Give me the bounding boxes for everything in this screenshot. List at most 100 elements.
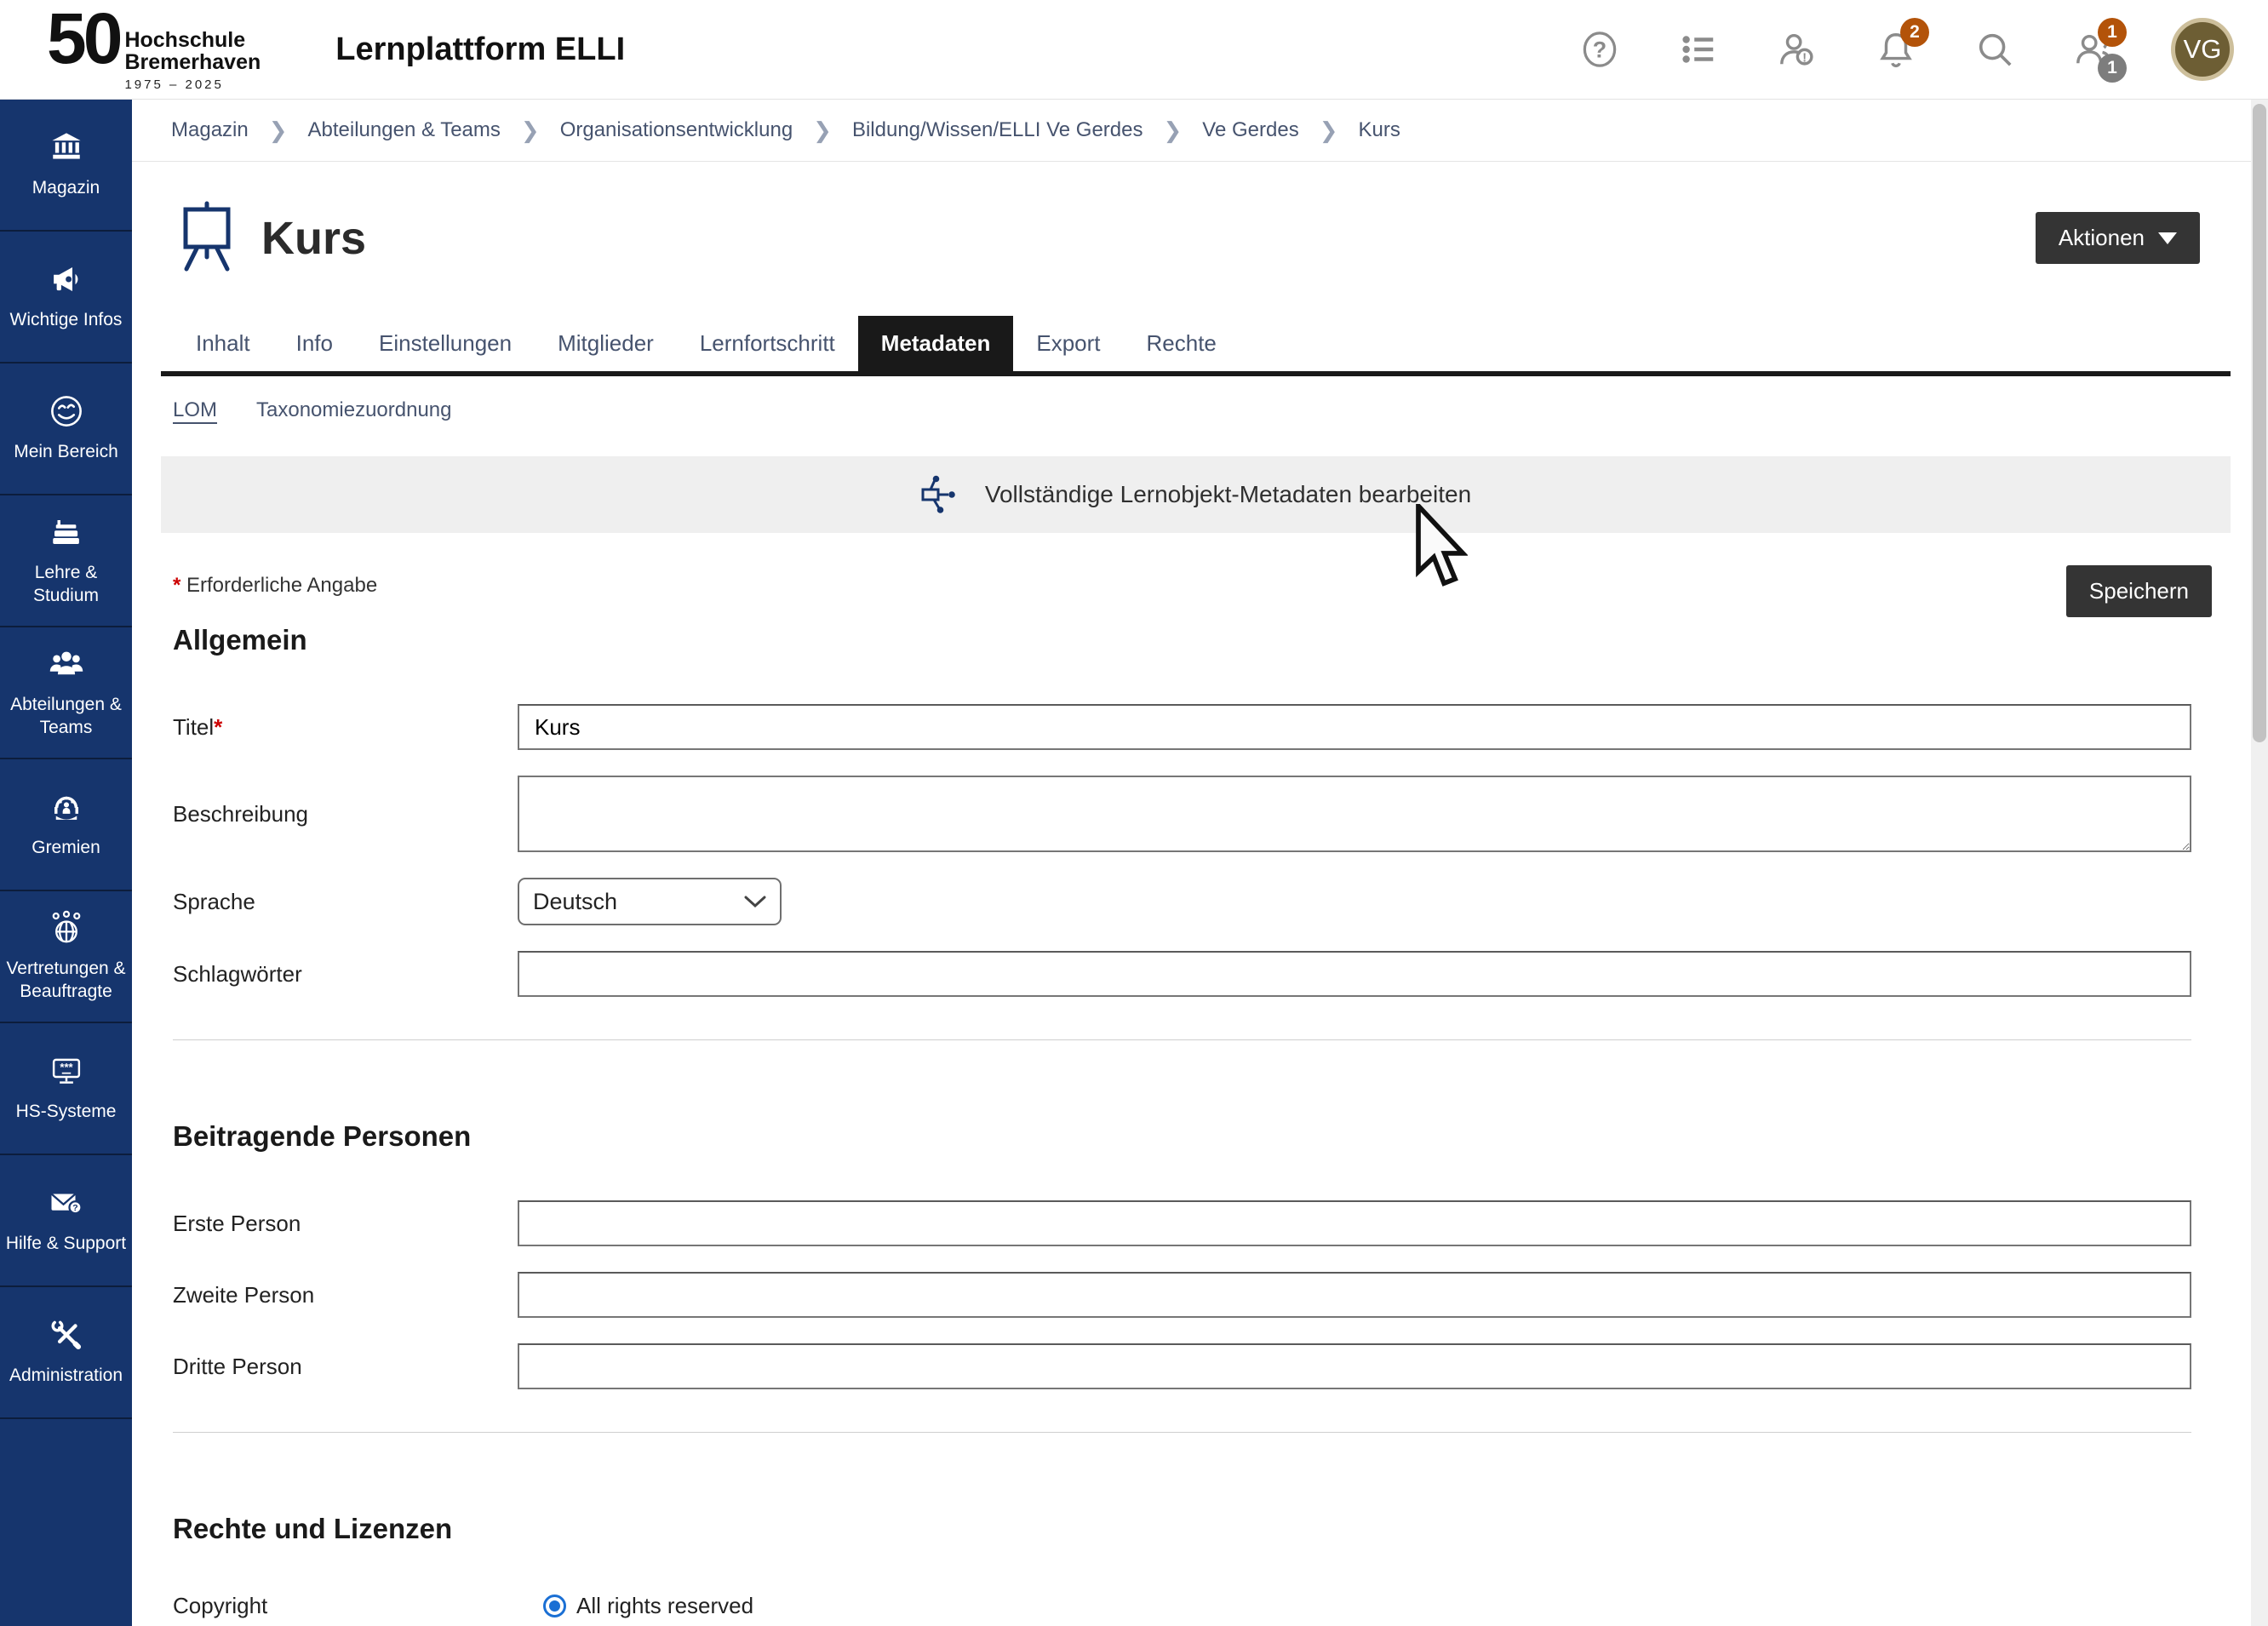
notifications-badge: 2 bbox=[1900, 18, 1929, 47]
actions-button[interactable]: Aktionen bbox=[2036, 212, 2200, 264]
sidebar-item-label: Wichtige Infos bbox=[10, 309, 123, 331]
form-row-zweite-person: Zweite Person bbox=[173, 1272, 2191, 1318]
assembly-icon bbox=[49, 789, 84, 829]
subtab-taxonomiezuordnung[interactable]: Taxonomiezuordnung bbox=[256, 398, 452, 422]
svg-text:?: ? bbox=[72, 1204, 77, 1214]
notifications-bell-icon[interactable]: 2 bbox=[1875, 28, 1917, 71]
dritte-person-input[interactable] bbox=[518, 1343, 2191, 1389]
list-icon[interactable] bbox=[1677, 28, 1720, 71]
subtab-lom[interactable]: LOM bbox=[173, 398, 217, 422]
contacts-icon[interactable]: 1 1 bbox=[2072, 28, 2115, 71]
monitor-icon: *** bbox=[49, 1053, 84, 1093]
tab-lernfortschritt[interactable]: Lernfortschritt bbox=[677, 316, 858, 371]
smiley-icon bbox=[49, 393, 84, 433]
sidebar-item-label: Administration bbox=[9, 1365, 123, 1387]
sidebar-item-label: Mein Bereich bbox=[14, 441, 118, 463]
field-label: Erste Person bbox=[173, 1211, 518, 1237]
tab-export[interactable]: Export bbox=[1013, 316, 1123, 371]
chevron-down-icon bbox=[744, 895, 766, 908]
tools-icon bbox=[49, 1317, 84, 1357]
field-label: Dritte Person bbox=[173, 1354, 518, 1380]
breadcrumb-item[interactable]: Ve Gerdes bbox=[1202, 118, 1298, 142]
tab-mitglieder[interactable]: Mitglieder bbox=[535, 316, 677, 371]
erste-person-input[interactable] bbox=[518, 1200, 2191, 1246]
scrollbar bbox=[2251, 100, 2268, 1626]
form-row-titel: Titel* bbox=[173, 704, 2191, 750]
sidebar-item-hilfe-support[interactable]: ? Hilfe & Support bbox=[0, 1155, 132, 1287]
breadcrumb-item[interactable]: Organisationsentwicklung bbox=[560, 118, 793, 142]
sidebar-item-label: Abteilungen & Teams bbox=[3, 694, 129, 739]
course-easel-icon bbox=[173, 199, 241, 277]
field-label: Sprache bbox=[173, 889, 518, 915]
tab-metadaten[interactable]: Metadaten bbox=[858, 316, 1014, 371]
edit-full-metadata-banner[interactable]: Vollständige Lernobjekt-Metadaten bearbe… bbox=[161, 456, 2231, 533]
sidebar-item-label: Lehre & Studium bbox=[3, 562, 129, 607]
tab-rechte[interactable]: Rechte bbox=[1124, 316, 1240, 371]
bank-icon bbox=[49, 129, 84, 169]
breadcrumb-item[interactable]: Abteilungen & Teams bbox=[308, 118, 501, 142]
sidebar-item-mein-bereich[interactable]: Mein Bereich bbox=[0, 364, 132, 495]
contacts-badge-top: 1 bbox=[2098, 18, 2127, 47]
main-content: Magazin ❯ Abteilungen & Teams ❯ Organisa… bbox=[132, 100, 2251, 1626]
sidebar-item-abteilungen-teams[interactable]: Abteilungen & Teams bbox=[0, 627, 132, 759]
field-label: Titel* bbox=[173, 714, 518, 741]
beschreibung-textarea[interactable] bbox=[518, 776, 2191, 852]
search-icon[interactable] bbox=[1973, 28, 2016, 71]
required-note: * Erforderliche Angabe bbox=[173, 574, 377, 598]
breadcrumb-item[interactable]: Kurs bbox=[1359, 118, 1400, 142]
save-button[interactable]: Speichern bbox=[2066, 565, 2212, 617]
mail-question-icon: ? bbox=[49, 1185, 84, 1225]
logo-50-text: 50 bbox=[47, 7, 119, 72]
sidebar-item-magazin[interactable]: Magazin bbox=[0, 100, 132, 232]
books-icon bbox=[49, 514, 84, 554]
sidebar-item-label: Hilfe & Support bbox=[6, 1233, 126, 1255]
form-row-copyright: Copyright All rights reserved bbox=[173, 1593, 2191, 1619]
sidebar-item-label: Gremien bbox=[32, 837, 100, 859]
subtab-bar: LOM Taxonomiezuordnung bbox=[161, 398, 2231, 422]
scrollbar-thumb[interactable] bbox=[2253, 104, 2266, 742]
section-title-allgemein: Allgemein bbox=[173, 624, 2191, 656]
logo-line2: Bremerhaven bbox=[124, 51, 261, 73]
tab-einstellungen[interactable]: Einstellungen bbox=[356, 316, 535, 371]
schlagwoerter-input[interactable] bbox=[518, 951, 2191, 997]
sidebar-item-administration[interactable]: Administration bbox=[0, 1287, 132, 1419]
user-alert-icon[interactable]: ! bbox=[1776, 28, 1818, 71]
field-label: Zweite Person bbox=[173, 1282, 518, 1308]
copyright-radio[interactable] bbox=[543, 1595, 566, 1617]
form-row-dritte-person: Dritte Person bbox=[173, 1343, 2191, 1389]
university-logo[interactable]: 50 Hochschule Bremerhaven 1975 – 2025 bbox=[47, 7, 261, 93]
page-title: Kurs bbox=[261, 212, 366, 265]
metadata-tree-icon bbox=[920, 475, 965, 514]
svg-text:***: *** bbox=[60, 1061, 73, 1074]
svg-text:?: ? bbox=[1593, 37, 1606, 63]
form-row-beschreibung: Beschreibung bbox=[173, 776, 2191, 852]
zweite-person-input[interactable] bbox=[518, 1272, 2191, 1318]
sidebar-item-vertretungen-beauftragte[interactable]: Vertretungen & Beauftragte bbox=[0, 891, 132, 1023]
form-row-erste-person: Erste Person bbox=[173, 1200, 2191, 1246]
sidebar-item-wichtige-infos[interactable]: Wichtige Infos bbox=[0, 232, 132, 364]
field-label: Schlagwörter bbox=[173, 961, 518, 988]
tab-inhalt[interactable]: Inhalt bbox=[173, 316, 273, 371]
copyright-radio-label: All rights reserved bbox=[576, 1593, 753, 1619]
svg-text:!: ! bbox=[1802, 52, 1807, 66]
logo-line1: Hochschule bbox=[124, 29, 261, 51]
titel-input[interactable] bbox=[518, 704, 2191, 750]
globe-people-icon bbox=[49, 910, 84, 950]
sidebar-item-lehre-studium[interactable]: Lehre & Studium bbox=[0, 495, 132, 627]
chevron-right-icon: ❯ bbox=[1164, 117, 1183, 144]
avatar[interactable]: VG bbox=[2171, 18, 2234, 81]
contacts-badge-bottom: 1 bbox=[2098, 54, 2127, 83]
chevron-right-icon: ❯ bbox=[521, 117, 540, 144]
sidebar-item-label: Magazin bbox=[32, 177, 100, 199]
field-label: Beschreibung bbox=[173, 801, 518, 827]
breadcrumb-item[interactable]: Bildung/Wissen/ELLI Ve Gerdes bbox=[852, 118, 1143, 142]
sprache-select[interactable]: Deutsch bbox=[518, 878, 782, 925]
tab-bar: Inhalt Info Einstellungen Mitglieder Ler… bbox=[161, 316, 2231, 376]
breadcrumb-item[interactable]: Magazin bbox=[171, 118, 249, 142]
help-icon[interactable]: ? bbox=[1578, 28, 1621, 71]
sidebar-item-gremien[interactable]: Gremien bbox=[0, 759, 132, 891]
people-group-icon bbox=[49, 646, 84, 686]
caret-down-icon bbox=[2158, 232, 2177, 244]
tab-info[interactable]: Info bbox=[273, 316, 356, 371]
sidebar-item-hs-systeme[interactable]: *** HS-Systeme bbox=[0, 1023, 132, 1155]
